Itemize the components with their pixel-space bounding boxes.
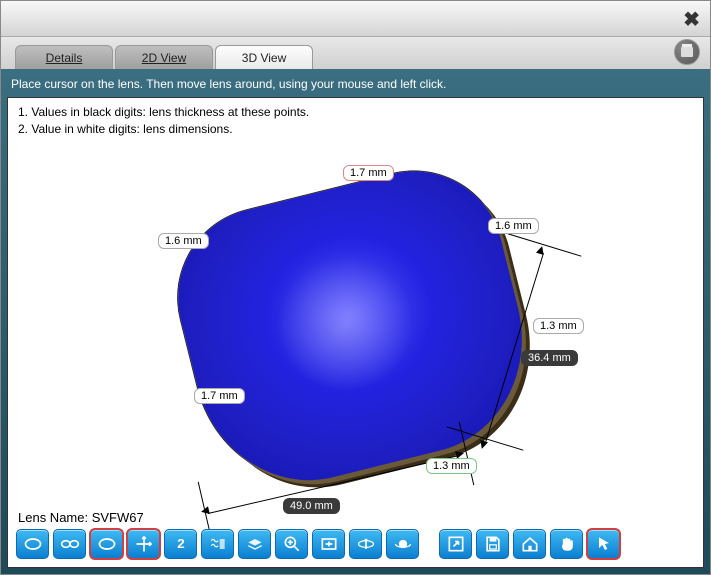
home-icon (520, 534, 540, 554)
tool-frame-view[interactable] (90, 529, 123, 559)
lens-name-value: SVFW67 (92, 510, 144, 525)
lens-name-label: Lens Name: (18, 510, 88, 525)
lens-name: Lens Name: SVFW67 (18, 510, 144, 525)
tool-waves[interactable] (201, 529, 234, 559)
tool-fullscreen[interactable] (439, 529, 472, 559)
measure-left: 1.7 mm (194, 388, 245, 404)
tab-details[interactable]: Details (15, 45, 113, 69)
legend-line-2: 2. Value in white digits: lens dimension… (18, 121, 309, 138)
orbit-icon (393, 534, 413, 554)
glasses-icon (60, 534, 80, 554)
pointer-icon (594, 534, 614, 554)
tool-single-lens[interactable] (16, 529, 49, 559)
arrow-icon (478, 440, 488, 450)
measure-bottom-right: 1.3 mm (426, 458, 477, 474)
measure-right: 1.3 mm (533, 318, 584, 334)
tool-save[interactable] (476, 529, 509, 559)
tool-rotate[interactable] (349, 529, 382, 559)
close-icon[interactable]: ✖ (683, 7, 700, 32)
waves-icon (208, 534, 228, 554)
lens-shape[interactable] (159, 152, 547, 504)
tool-home[interactable] (513, 529, 546, 559)
tool-pan-hand[interactable] (550, 529, 583, 559)
dialog-titlebar: ✖ (1, 1, 710, 37)
content-panel: Place cursor on the lens. Then move lens… (1, 69, 710, 574)
viewer-toolbar: 2 (16, 527, 695, 561)
tab-2d-view[interactable]: 2D View (115, 45, 213, 69)
legend-line-1: 1. Values in black digits: lens thicknes… (18, 104, 309, 121)
tool-axes[interactable] (127, 529, 160, 559)
fullscreen-icon (446, 534, 466, 554)
zoom-in-icon (282, 534, 302, 554)
tool-zoom-in[interactable] (275, 529, 308, 559)
instruction-text: Place cursor on the lens. Then move lens… (7, 73, 704, 97)
svg-text:2: 2 (177, 536, 184, 551)
lens-viewer-dialog: ✖ Details 2D View 3D View Place cursor o… (0, 0, 711, 575)
axes-icon (134, 534, 154, 554)
tool-pointer[interactable] (587, 529, 620, 559)
tool-orbit[interactable] (386, 529, 419, 559)
tab-3d-view[interactable]: 3D View (215, 45, 313, 69)
measure-width: 49.0 mm (283, 498, 340, 514)
hand-icon (557, 534, 577, 554)
viewer-3d[interactable]: 1. Values in black digits: lens thicknes… (7, 97, 704, 568)
print-button[interactable] (674, 39, 700, 65)
layers-icon (245, 534, 265, 554)
tool-fit[interactable] (312, 529, 345, 559)
fit-icon (319, 534, 339, 554)
arrow-icon (536, 245, 546, 255)
measure-upper-left: 1.6 mm (158, 233, 209, 249)
lens-shape-wrap (159, 152, 547, 504)
rotate-icon (356, 534, 376, 554)
measure-upper-right: 1.6 mm (488, 218, 539, 234)
tab-row: Details 2D View 3D View (1, 37, 710, 69)
tool-two[interactable]: 2 (164, 529, 197, 559)
measure-height: 36.4 mm (521, 350, 578, 366)
legend: 1. Values in black digits: lens thicknes… (18, 104, 309, 138)
tool-layers[interactable] (238, 529, 271, 559)
lens-icon (23, 534, 43, 554)
two-icon: 2 (171, 534, 191, 554)
save-icon (483, 534, 503, 554)
frame-icon (97, 534, 117, 554)
tool-pair-lens[interactable] (53, 529, 86, 559)
measure-top: 1.7 mm (343, 165, 394, 181)
